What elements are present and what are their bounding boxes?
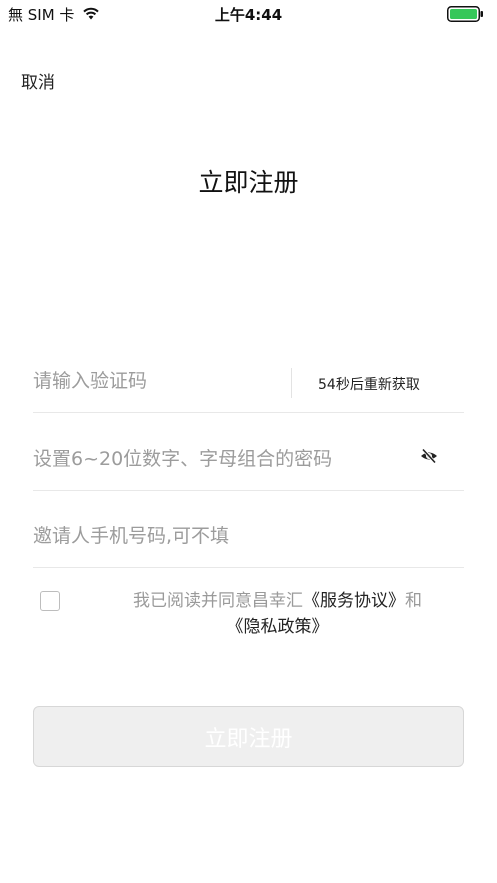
resend-code-button[interactable]: 54秒后重新获取 bbox=[318, 374, 420, 394]
divider bbox=[291, 368, 292, 398]
password-input[interactable] bbox=[33, 448, 393, 470]
invite-phone-input[interactable] bbox=[33, 525, 245, 547]
cancel-button[interactable]: 取消 bbox=[21, 68, 55, 93]
agreement-prefix: 我已阅读并同意昌幸汇 bbox=[133, 591, 303, 611]
clock: 上午4:44 bbox=[214, 6, 283, 24]
status-bar: 無 SIM 卡 上午4:44 bbox=[0, 0, 497, 28]
page-title: 立即注册 bbox=[198, 168, 299, 197]
agreement-text: 我已阅读并同意昌幸汇《服务协议》和《隐私政策》 bbox=[85, 588, 470, 640]
service-agreement-link[interactable]: 《服务协议》 bbox=[303, 591, 405, 611]
invite-row bbox=[33, 507, 464, 568]
privacy-policy-link[interactable]: 《隐私政策》 bbox=[227, 617, 329, 637]
eye-slash-icon[interactable] bbox=[420, 448, 438, 468]
verification-code-row: 54秒后重新获取 bbox=[33, 352, 464, 413]
verification-code-input[interactable] bbox=[33, 370, 283, 392]
agreement-checkbox[interactable] bbox=[40, 591, 60, 611]
password-row bbox=[33, 430, 464, 491]
agreement-and: 和 bbox=[405, 591, 422, 611]
register-button[interactable]: 立即注册 bbox=[33, 706, 464, 767]
battery-icon bbox=[447, 6, 485, 26]
